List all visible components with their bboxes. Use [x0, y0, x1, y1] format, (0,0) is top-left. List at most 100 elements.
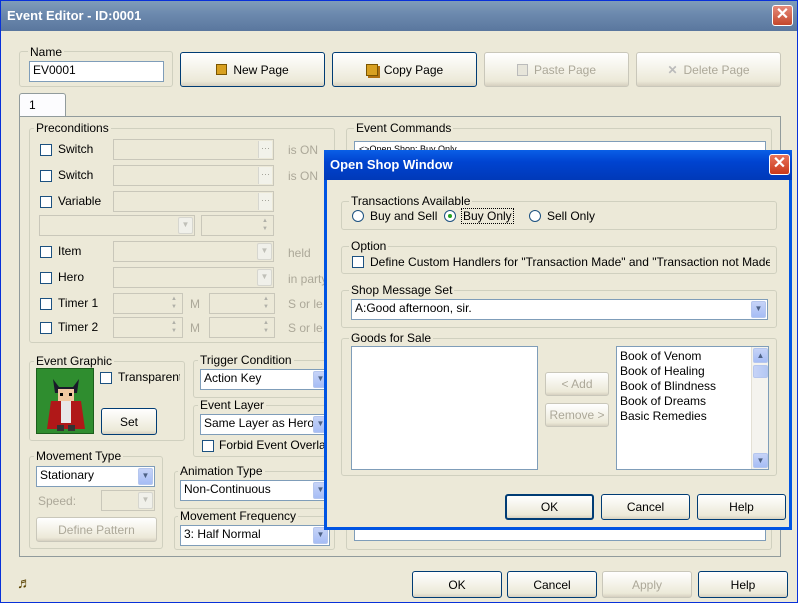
- goods-for-sale-list[interactable]: Book of Venom Book of Healing Book of Bl…: [616, 346, 769, 470]
- in-party-label: in party: [288, 272, 328, 286]
- timer2-s-label: S or le: [288, 321, 323, 335]
- ok-button[interactable]: OK: [412, 571, 502, 598]
- event-sprite-preview[interactable]: [36, 368, 94, 434]
- variable-field[interactable]: ···: [113, 191, 274, 212]
- variable-browse-icon[interactable]: ···: [258, 193, 272, 210]
- variable-operator-select[interactable]: ▼: [39, 215, 195, 236]
- switch1-field[interactable]: ···: [113, 139, 274, 160]
- tab-page-1[interactable]: 1: [19, 93, 66, 117]
- timer1-checkbox[interactable]: [40, 298, 52, 310]
- chevron-down-icon: ▼: [178, 217, 193, 234]
- switch2-field[interactable]: ···: [113, 165, 274, 186]
- forbid-overlap-checkbox[interactable]: [202, 440, 214, 452]
- hero-select[interactable]: ▼: [113, 267, 274, 288]
- delete-page-button[interactable]: ✕ Delete Page: [636, 52, 781, 87]
- switch2-label: Switch: [58, 168, 94, 182]
- hero-checkbox[interactable]: [40, 272, 52, 284]
- goods-scrollbar[interactable]: ▲ ▼: [751, 347, 768, 469]
- list-item[interactable]: Book of Dreams: [620, 394, 748, 409]
- buy-and-sell-label: Buy and Sell: [370, 209, 438, 223]
- is-on-label-2: is ON: [288, 169, 318, 183]
- is-on-label-1: is ON: [288, 143, 318, 157]
- goods-title: Goods for Sale: [349, 331, 434, 345]
- buy-and-sell-radio[interactable]: [352, 210, 364, 222]
- remove-item-button[interactable]: Remove >: [545, 403, 609, 427]
- all-items-list[interactable]: [351, 346, 538, 470]
- open-shop-dialog: Open Shop Window ✕ Transactions Availabl…: [324, 150, 792, 530]
- spin-icon: ▲ ▼: [171, 320, 177, 334]
- item-checkbox[interactable]: [40, 246, 52, 258]
- copy-page-button[interactable]: Copy Page: [332, 52, 477, 87]
- timer1-m-label: M: [190, 297, 200, 311]
- close-icon[interactable]: ✕: [769, 154, 790, 175]
- window-title: Event Editor - ID:0001: [7, 8, 142, 23]
- list-item[interactable]: Book of Venom: [620, 349, 748, 364]
- sell-only-radio[interactable]: [529, 210, 541, 222]
- list-item[interactable]: Basic Remedies: [620, 409, 748, 424]
- dialog-cancel-button[interactable]: Cancel: [601, 494, 690, 520]
- trigger-select[interactable]: Action Key ▼: [200, 369, 330, 390]
- movement-frequency-select[interactable]: 3: Half Normal ▼: [180, 525, 330, 546]
- dialog-help-button[interactable]: Help: [697, 494, 786, 520]
- held-label: held: [288, 246, 311, 260]
- dialog-title: Open Shop Window: [330, 157, 453, 172]
- apply-button[interactable]: Apply: [602, 571, 692, 598]
- scroll-up-icon[interactable]: ▲: [753, 348, 768, 363]
- close-icon[interactable]: ✕: [772, 5, 793, 26]
- shop-message-select[interactable]: A:Good afternoon, sir. ▼: [351, 299, 768, 320]
- dialog-titlebar: Open Shop Window: [324, 150, 792, 180]
- timer2-min-spin[interactable]: ▲ ▼: [113, 317, 183, 338]
- scroll-thumb[interactable]: [753, 365, 768, 378]
- cancel-button[interactable]: Cancel: [507, 571, 597, 598]
- buy-only-label: Buy Only: [461, 208, 514, 224]
- timer1-s-label: S or le: [288, 297, 323, 311]
- spin-icon: ▲ ▼: [171, 296, 177, 310]
- scroll-down-icon[interactable]: ▼: [753, 453, 768, 468]
- animation-type-select[interactable]: Non-Continuous ▼: [180, 480, 330, 501]
- chevron-down-icon: ▼: [138, 468, 153, 485]
- timer1-min-spin[interactable]: ▲ ▼: [113, 293, 183, 314]
- switch1-browse-icon[interactable]: ···: [258, 141, 272, 158]
- dialog-ok-button[interactable]: OK: [505, 494, 594, 520]
- name-field[interactable]: EV0001: [29, 61, 164, 82]
- switch1-checkbox[interactable]: [40, 144, 52, 156]
- event-graphic-title: Event Graphic: [34, 354, 115, 368]
- new-page-button[interactable]: New Page: [180, 52, 325, 87]
- list-item[interactable]: Book of Healing: [620, 364, 748, 379]
- forbid-overlap-label: Forbid Event Overlap: [219, 438, 329, 452]
- switch2-checkbox[interactable]: [40, 170, 52, 182]
- timer2-checkbox[interactable]: [40, 322, 52, 334]
- animation-type-title: Animation Type: [178, 464, 265, 478]
- transparent-label: Transparent: [118, 370, 180, 384]
- define-pattern-button[interactable]: Define Pattern: [36, 517, 157, 542]
- movement-type-select[interactable]: Stationary ▼: [36, 466, 155, 487]
- custom-handlers-label: Define Custom Handlers for "Transaction …: [370, 255, 770, 269]
- buy-only-radio[interactable]: [444, 210, 456, 222]
- timer2-sec-spin[interactable]: ▲ ▼: [209, 317, 275, 338]
- transparent-checkbox[interactable]: [100, 372, 112, 384]
- item-select[interactable]: ▼: [113, 241, 274, 262]
- item-label: Item: [58, 244, 82, 258]
- list-item[interactable]: Book of Blindness: [620, 379, 748, 394]
- spin-icon: ▲ ▼: [263, 296, 269, 310]
- timer2-m-label: M: [190, 321, 200, 335]
- variable-checkbox[interactable]: [40, 196, 52, 208]
- help-button[interactable]: Help: [698, 571, 788, 598]
- speed-label: Speed:: [38, 494, 77, 508]
- music-note-icon[interactable]: ♬: [17, 575, 32, 592]
- timer1-label: Timer 1: [58, 296, 99, 310]
- custom-handlers-checkbox[interactable]: [352, 256, 364, 268]
- speed-select[interactable]: ▼: [101, 490, 155, 511]
- event-layer-select[interactable]: Same Layer as Hero ▼: [200, 414, 330, 435]
- goods-items: Book of Venom Book of Healing Book of Bl…: [617, 347, 751, 426]
- switch2-browse-icon[interactable]: ···: [258, 167, 272, 184]
- paste-page-button[interactable]: Paste Page: [484, 52, 629, 87]
- transactions-title: Transactions Available: [349, 194, 473, 208]
- add-item-button[interactable]: < Add: [545, 372, 609, 396]
- page-icon: [216, 64, 228, 75]
- set-graphic-button[interactable]: Set: [101, 408, 157, 435]
- timer1-sec-spin[interactable]: ▲ ▼: [209, 293, 275, 314]
- variable-value-spin[interactable]: ▲ ▼: [201, 215, 274, 236]
- switch1-label: Switch: [58, 142, 94, 156]
- variable-label: Variable: [58, 194, 102, 208]
